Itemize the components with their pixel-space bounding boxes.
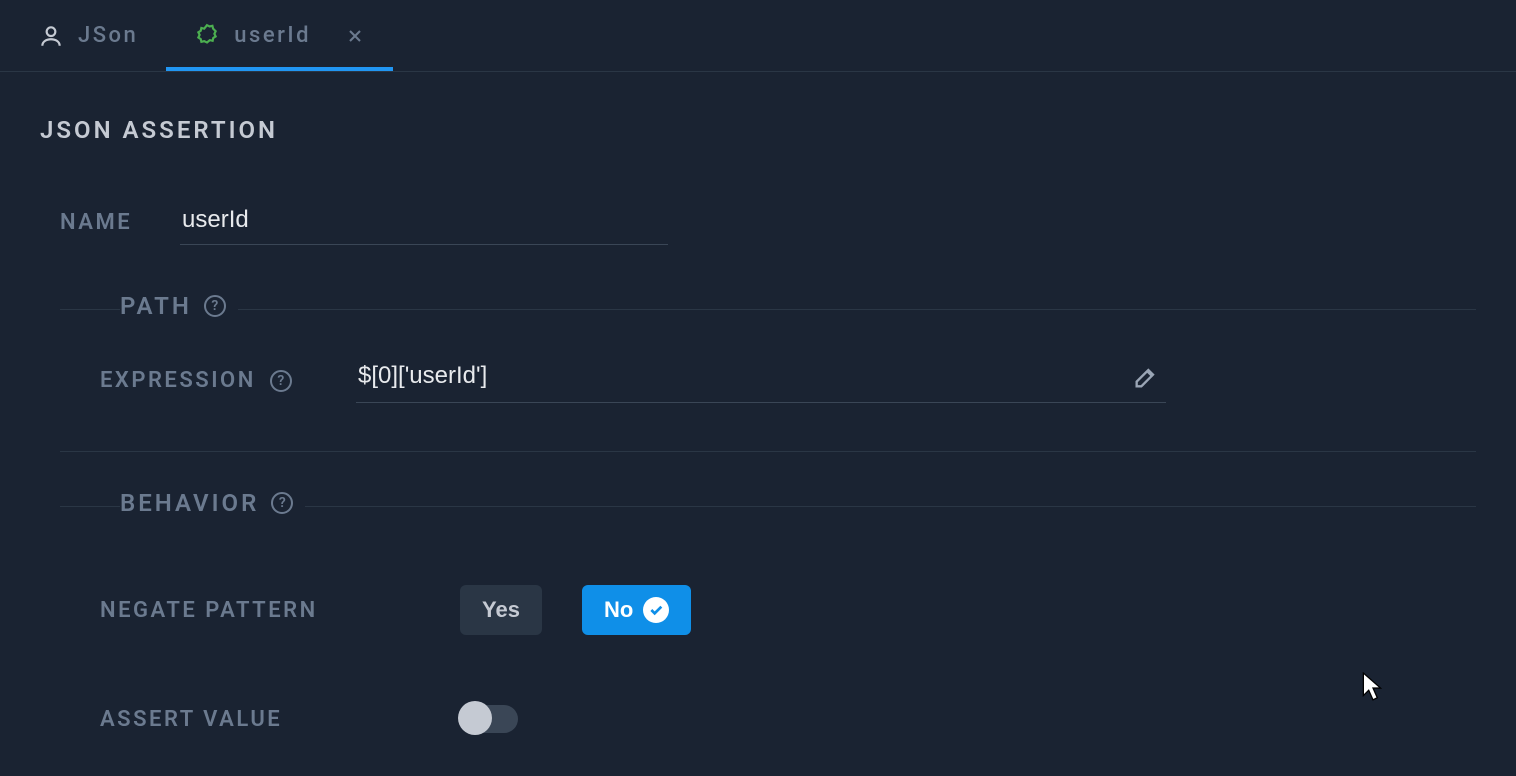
behavior-group: BEHAVIOR ? NEGATE PATTERN Yes No ASSERT … <box>60 506 1476 776</box>
help-icon[interactable]: ? <box>204 295 226 317</box>
panel-content: JSON ASSERTION NAME PATH ? EXPRESSION ? <box>0 72 1516 776</box>
behavior-legend-label: BEHAVIOR <box>120 489 259 517</box>
tab-label: JSon <box>78 23 138 48</box>
toggle-knob <box>458 701 492 735</box>
section-title: JSON ASSERTION <box>40 116 1476 144</box>
behavior-legend: BEHAVIOR ? <box>120 489 305 517</box>
negate-yes-button[interactable]: Yes <box>460 585 542 635</box>
expression-label: EXPRESSION <box>100 368 256 393</box>
path-group: PATH ? EXPRESSION ? <box>60 309 1476 452</box>
edit-icon[interactable] <box>1126 359 1166 401</box>
tab-bar: JSon userId <box>0 0 1516 72</box>
close-icon[interactable] <box>345 26 365 46</box>
help-icon[interactable]: ? <box>270 370 292 392</box>
badge-icon <box>194 23 220 49</box>
name-row: NAME <box>40 200 1476 245</box>
tab-label: userId <box>234 23 311 48</box>
assert-value-label: ASSERT VALUE <box>100 707 460 732</box>
help-icon[interactable]: ? <box>271 492 293 514</box>
name-label: NAME <box>60 210 180 235</box>
negate-label: NEGATE PATTERN <box>100 598 460 623</box>
user-icon <box>38 23 64 49</box>
negate-row: NEGATE PATTERN Yes No <box>100 585 1436 635</box>
path-legend: PATH ? <box>120 292 238 320</box>
tab-json[interactable]: JSon <box>10 0 166 71</box>
check-icon <box>643 597 669 623</box>
expression-row: EXPRESSION ? <box>100 358 1436 403</box>
path-legend-label: PATH <box>120 292 192 320</box>
expression-input[interactable] <box>356 358 1126 402</box>
yes-label: Yes <box>482 597 520 623</box>
assert-value-row: ASSERT VALUE <box>100 705 1436 733</box>
assert-value-toggle[interactable] <box>460 705 518 733</box>
negate-no-button[interactable]: No <box>582 585 691 635</box>
tab-userid[interactable]: userId <box>166 0 393 71</box>
name-input[interactable] <box>180 200 668 245</box>
no-label: No <box>604 597 633 623</box>
